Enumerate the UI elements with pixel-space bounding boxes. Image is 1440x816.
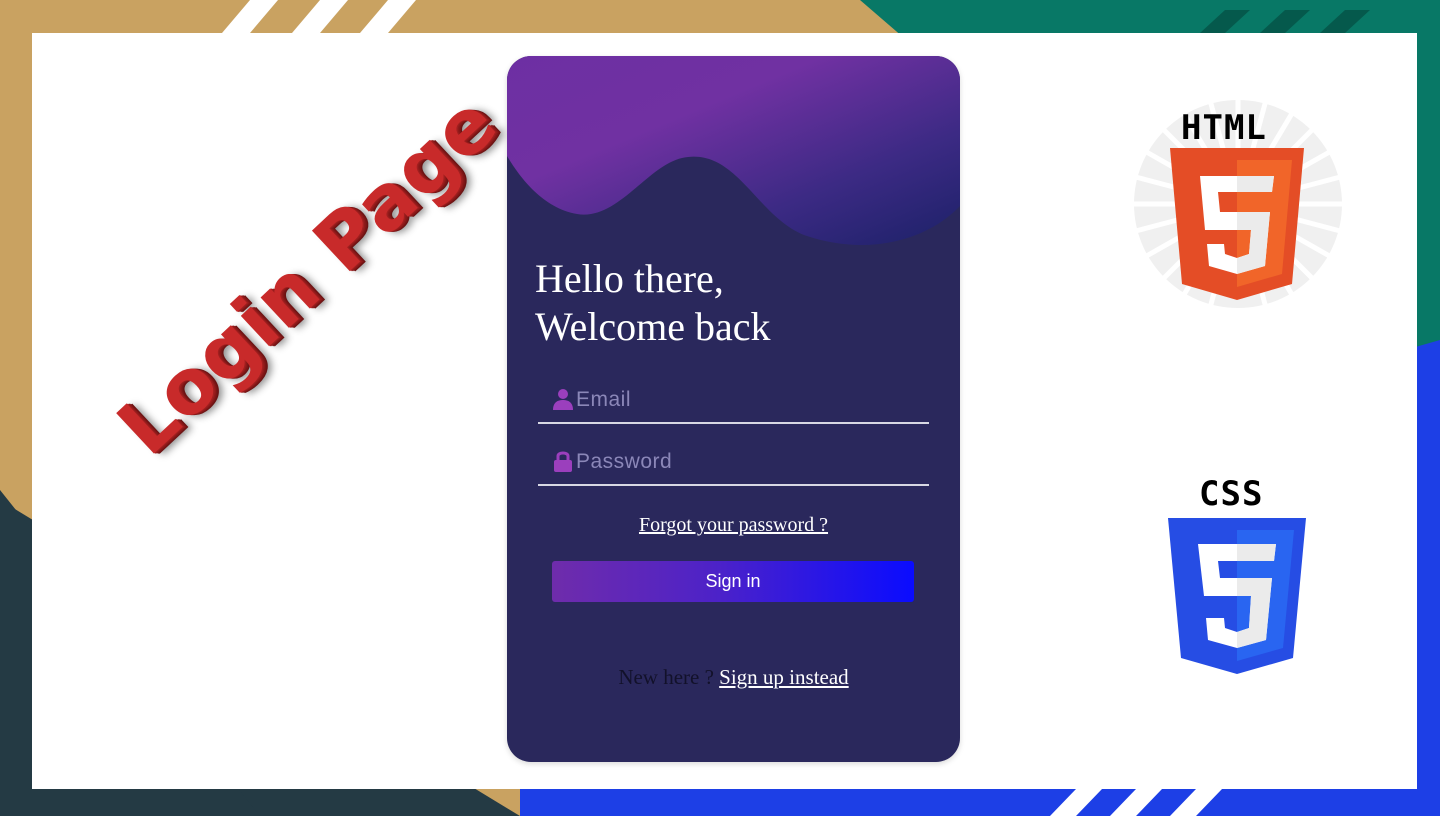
greeting-line-2: Welcome back	[535, 304, 771, 349]
signup-row: New here ? Sign up instead	[507, 665, 960, 690]
signup-prompt: New here ?	[618, 665, 714, 689]
login-card: Hello there, Welcome back Forgot your pa…	[507, 56, 960, 762]
forgot-password-link[interactable]: Forgot your password ?	[639, 514, 828, 536]
user-icon	[553, 389, 573, 410]
decorative-stripes-bottom	[1050, 789, 1222, 816]
email-field	[538, 382, 929, 424]
html-label: HTML	[1181, 108, 1267, 148]
signup-link[interactable]: Sign up instead	[719, 665, 849, 689]
email-input[interactable]	[576, 382, 916, 418]
card-header-wave	[507, 56, 960, 245]
password-input[interactable]	[576, 444, 916, 480]
password-field	[538, 444, 929, 486]
html5-shield-icon	[1170, 148, 1304, 300]
greeting-heading: Hello there, Welcome back	[535, 255, 771, 351]
forgot-password-row: Forgot your password ?	[507, 514, 960, 537]
css3-shield-icon	[1168, 518, 1306, 674]
greeting-line-1: Hello there,	[535, 256, 724, 301]
lock-icon	[554, 451, 572, 472]
decorative-stripes-top-right	[1200, 10, 1370, 33]
css-label: CSS	[1199, 474, 1264, 514]
sign-in-button[interactable]: Sign in	[552, 561, 914, 602]
